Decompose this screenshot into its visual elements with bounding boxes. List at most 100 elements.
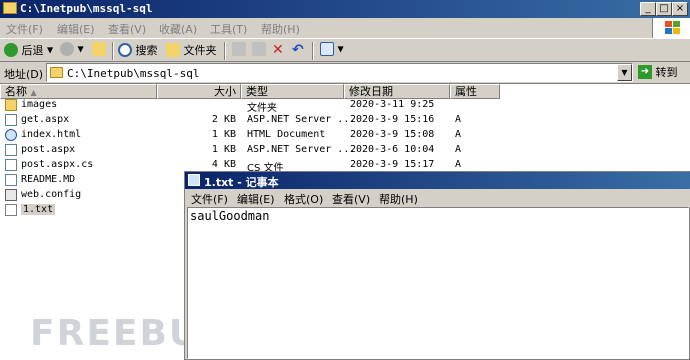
list-header: 名称 ▲ 大小 类型 修改日期 属性 — [0, 84, 690, 99]
cs-file-icon — [5, 159, 17, 171]
file-attributes: A — [455, 129, 462, 140]
list-item[interactable]: index.html 1 KB HTML Document 2020-3-9 1… — [0, 128, 690, 143]
maximize-button[interactable]: □ — [656, 2, 672, 16]
notepad-menu-view[interactable]: 查看(V) — [332, 191, 370, 207]
menu-view[interactable]: 查看(V) — [108, 21, 146, 37]
menu-help[interactable]: 帮助(H) — [261, 21, 300, 37]
file-size: 2 KB — [211, 114, 236, 125]
notepad-content: saulGoodman — [190, 209, 270, 223]
toolbar-separator — [224, 42, 226, 60]
windows-logo-icon — [652, 18, 690, 38]
md-file-icon — [5, 174, 17, 186]
notepad-icon — [188, 174, 200, 186]
notepad-menu-file[interactable]: 文件(F) — [191, 191, 228, 207]
folder-icon — [3, 2, 17, 14]
search-label: 搜索 — [135, 44, 158, 57]
list-item[interactable]: get.aspx 2 KB ASP.NET Server ... 2020-3-… — [0, 113, 690, 128]
file-name: images — [21, 99, 58, 110]
move-to-button[interactable] — [232, 42, 246, 60]
views-button[interactable]: ▼ — [320, 42, 344, 60]
address-bar: 地址(D) C:\Inetpub\mssql-sql ▼ ➜ 转到 — [0, 62, 690, 84]
file-modified: 2020-3-9 15:17 — [350, 159, 435, 170]
html-file-icon — [5, 129, 17, 141]
column-name-label: 名称 — [5, 85, 27, 98]
minimize-button[interactable]: _ — [640, 2, 656, 16]
folders-button[interactable]: 文件夹 — [166, 42, 217, 60]
views-dropdown-icon[interactable]: ▼ — [338, 45, 344, 54]
file-name: web.config — [21, 189, 82, 200]
menu-favorites[interactable]: 收藏(A) — [159, 21, 197, 37]
list-item[interactable]: post.aspx 1 KB ASP.NET Server ... 2020-3… — [0, 143, 690, 158]
column-header-type[interactable]: 类型 — [241, 84, 344, 99]
search-icon — [118, 43, 132, 57]
file-attributes: A — [455, 159, 462, 170]
explorer-title-bar: C:\Inetpub\mssql-sql _ □ × — [0, 0, 690, 18]
up-folder-button[interactable] — [92, 42, 106, 60]
file-name: README.MD — [21, 174, 76, 185]
close-button[interactable]: × — [672, 2, 688, 16]
notepad-menu-edit[interactable]: 编辑(E) — [237, 191, 275, 207]
notepad-menu-format[interactable]: 格式(O) — [284, 191, 323, 207]
file-name: post.aspx — [21, 144, 76, 155]
config-file-icon — [5, 189, 17, 201]
go-button[interactable]: ➜ 转到 — [638, 64, 688, 82]
notepad-title-bar: 1.txt - 记事本 — [185, 172, 690, 189]
menu-edit[interactable]: 编辑(E) — [57, 21, 95, 37]
notepad-text-area[interactable]: saulGoodman — [187, 207, 689, 359]
address-dropdown-icon[interactable]: ▼ — [617, 64, 632, 81]
forward-arrow-icon — [60, 42, 74, 56]
folder-icon — [5, 99, 17, 111]
file-name: get.aspx — [21, 114, 70, 125]
search-button[interactable]: 搜索 — [118, 42, 158, 60]
go-arrow-icon: ➜ — [638, 65, 652, 79]
forward-dropdown-icon[interactable]: ▼ — [78, 45, 84, 54]
explorer-toolbar: 后退 ▼ ▼ 搜索 文件夹 ✕ ↶ ▼ — [0, 38, 690, 62]
notepad-window: 1.txt - 记事本 文件(F) 编辑(E) 格式(O) 查看(V) 帮助(H… — [184, 171, 690, 360]
back-label: 后退 — [21, 44, 44, 57]
file-name: index.html — [21, 129, 82, 140]
file-type: ASP.NET Server ... — [247, 114, 356, 125]
address-value: C:\Inetpub\mssql-sql — [67, 67, 200, 80]
delete-x-icon: ✕ — [272, 42, 284, 58]
menu-tools[interactable]: 工具(T) — [210, 21, 247, 37]
file-modified: 2020-3-6 10:04 — [350, 144, 435, 155]
notepad-menu-help[interactable]: 帮助(H) — [379, 191, 418, 207]
copy-to-icon — [252, 42, 266, 56]
column-header-attributes[interactable]: 属性 — [450, 84, 500, 99]
toolbar-separator — [312, 42, 314, 60]
column-header-size[interactable]: 大小 — [157, 84, 241, 99]
menu-file[interactable]: 文件(F) — [6, 21, 43, 37]
move-to-icon — [232, 42, 246, 56]
file-name: post.aspx.cs — [21, 159, 94, 170]
copy-to-button[interactable] — [252, 42, 266, 60]
address-input[interactable]: C:\Inetpub\mssql-sql ▼ — [46, 63, 633, 82]
notepad-menu-bar: 文件(F) 编辑(E) 格式(O) 查看(V) 帮助(H) — [185, 189, 690, 207]
file-size: 4 KB — [211, 159, 236, 170]
aspx-file-icon — [5, 144, 17, 156]
back-button[interactable]: 后退 ▼ — [4, 42, 53, 60]
delete-button[interactable]: ✕ — [272, 42, 284, 60]
file-attributes: A — [455, 144, 462, 155]
column-header-modified[interactable]: 修改日期 — [344, 84, 450, 99]
file-attributes: A — [455, 114, 462, 125]
file-type: 文件夹 — [247, 103, 277, 114]
toolbar-separator — [112, 42, 114, 60]
explorer-window-title: C:\Inetpub\mssql-sql — [20, 2, 153, 15]
forward-button[interactable]: ▼ — [60, 42, 84, 60]
back-arrow-icon — [4, 43, 18, 57]
back-dropdown-icon[interactable]: ▼ — [47, 46, 53, 55]
up-folder-icon — [92, 42, 106, 56]
file-size: 1 KB — [211, 129, 236, 140]
undo-button[interactable]: ↶ — [292, 42, 304, 60]
column-header-name[interactable]: 名称 ▲ — [0, 84, 157, 99]
sort-ascending-icon: ▲ — [30, 88, 37, 97]
file-name: 1.txt — [21, 204, 56, 215]
notepad-window-title: 1.txt - 记事本 — [204, 176, 279, 189]
file-modified: 2020-3-11 9:25 — [350, 99, 435, 110]
views-icon — [320, 42, 334, 56]
file-type: HTML Document — [247, 129, 326, 140]
folders-icon — [166, 43, 180, 57]
list-item[interactable]: images 文件夹 2020-3-11 9:25 — [0, 98, 690, 114]
folder-icon — [50, 67, 63, 78]
file-size: 1 KB — [211, 144, 236, 155]
